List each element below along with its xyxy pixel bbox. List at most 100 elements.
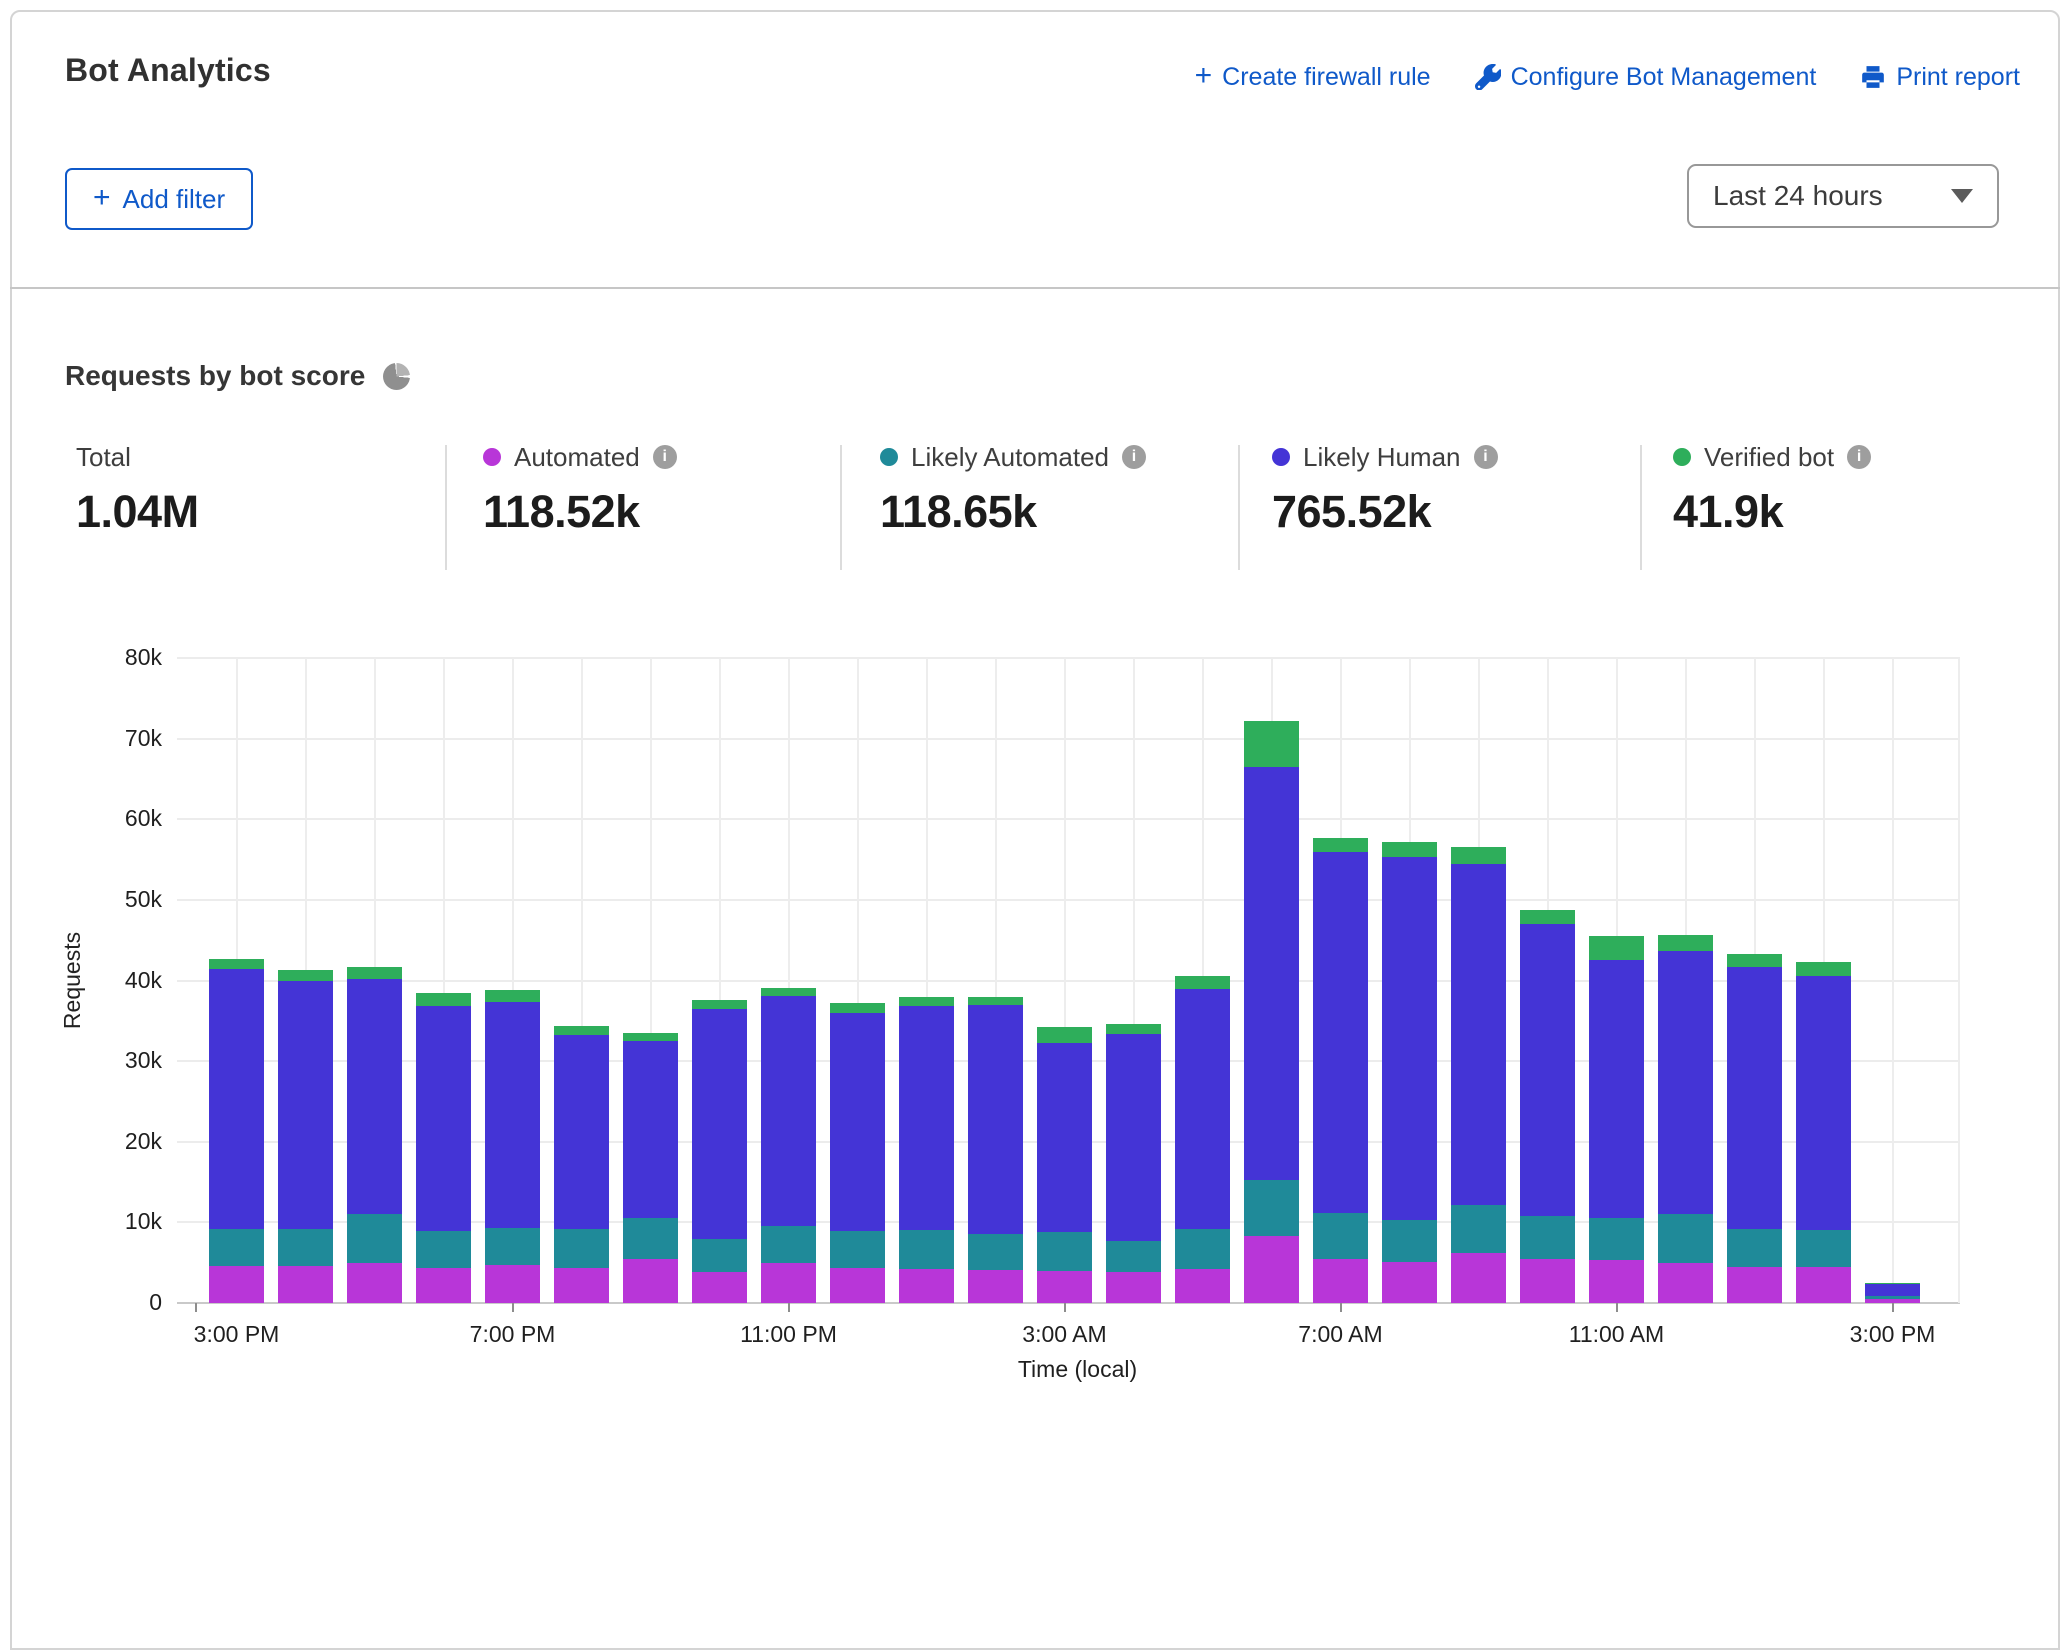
bar-segment-likely-automated xyxy=(1382,1220,1437,1262)
bar-segment-verified-bot xyxy=(485,990,540,1002)
pie-chart-icon xyxy=(383,363,410,390)
stat-automated: Automated i 118.52k xyxy=(483,440,677,538)
bar-segment-likely-automated xyxy=(1175,1229,1230,1269)
v-gridline xyxy=(1958,658,1960,1303)
bar-segment-verified-bot xyxy=(416,993,471,1005)
bar-segment-likely-human xyxy=(1451,864,1506,1206)
bar-segment-likely-human xyxy=(347,979,402,1214)
bar-segment-likely-automated xyxy=(1451,1205,1506,1253)
bar-900pm[interactable] xyxy=(623,1033,678,1303)
info-icon[interactable]: i xyxy=(1474,445,1498,469)
bar-100pm[interactable] xyxy=(1727,954,1782,1303)
plus-icon: + xyxy=(93,183,111,213)
x-axis-tick xyxy=(512,1303,514,1312)
bar-segment-verified-bot xyxy=(1106,1024,1161,1034)
stat-likely-automated: Likely Automated i 118.65k xyxy=(880,440,1146,538)
add-filter-label: Add filter xyxy=(123,184,226,215)
y-axis-title: Requests xyxy=(58,658,88,1303)
bar-segment-verified-bot xyxy=(1037,1027,1092,1042)
configure-bot-management-link[interactable]: Configure Bot Management xyxy=(1475,63,1817,92)
bar-segment-likely-human xyxy=(1520,924,1575,1216)
create-firewall-rule-link[interactable]: + Create firewall rule xyxy=(1195,62,1431,92)
y-tick-label: 20k xyxy=(100,1128,162,1155)
bar-300pm[interactable] xyxy=(1865,1283,1920,1303)
bar-800am[interactable] xyxy=(1382,842,1437,1303)
bar-900am[interactable] xyxy=(1451,847,1506,1303)
bar-700pm[interactable] xyxy=(485,990,540,1303)
section-title: Requests by bot score xyxy=(65,360,365,392)
stat-value: 118.52k xyxy=(483,486,677,538)
bar-1200am[interactable] xyxy=(830,1003,885,1303)
bar-500am[interactable] xyxy=(1175,976,1230,1303)
page-title: Bot Analytics xyxy=(65,52,271,89)
x-tick-label: 7:00 PM xyxy=(433,1321,593,1348)
bar-segment-likely-automated xyxy=(485,1228,540,1265)
header-actions: + Create firewall rule Configure Bot Man… xyxy=(1195,62,2020,92)
y-tick-label: 0 xyxy=(100,1289,162,1316)
info-icon[interactable]: i xyxy=(653,445,677,469)
bar-segment-verified-bot xyxy=(1175,976,1230,988)
bar-segment-likely-human xyxy=(968,1005,1023,1235)
bar-segment-automated xyxy=(1796,1267,1851,1303)
bar-500pm[interactable] xyxy=(347,967,402,1303)
chart-plot-area: 3:00 PM7:00 PM11:00 PM3:00 AM7:00 AM11:0… xyxy=(195,658,1960,1303)
add-filter-button[interactable]: + Add filter xyxy=(65,168,253,230)
y-tick-label: 30k xyxy=(100,1047,162,1074)
bar-segment-automated xyxy=(416,1268,471,1303)
legend-dot-verified-bot xyxy=(1673,448,1691,466)
bar-segment-likely-automated xyxy=(692,1239,747,1272)
bar-800pm[interactable] xyxy=(554,1026,609,1303)
bar-300pm[interactable] xyxy=(209,959,264,1303)
stat-value: 41.9k xyxy=(1673,486,1871,538)
bar-segment-verified-bot xyxy=(209,959,264,969)
bar-segment-likely-human xyxy=(209,969,264,1229)
bar-segment-automated xyxy=(1589,1260,1644,1303)
bar-segment-likely-human xyxy=(899,1006,954,1231)
bar-segment-verified-bot xyxy=(1313,838,1368,852)
bar-segment-likely-automated xyxy=(1520,1216,1575,1259)
bar-segment-likely-automated xyxy=(1658,1214,1713,1262)
bar-segment-likely-human xyxy=(1589,960,1644,1218)
bar-segment-automated xyxy=(1658,1263,1713,1303)
bar-segment-likely-automated xyxy=(899,1230,954,1269)
bar-700am[interactable] xyxy=(1313,838,1368,1303)
bar-segment-automated xyxy=(1106,1272,1161,1303)
legend-dot-likely-automated xyxy=(880,448,898,466)
bar-segment-likely-human xyxy=(692,1009,747,1239)
time-range-select[interactable]: Last 24 hours xyxy=(1687,164,1999,228)
info-icon[interactable]: i xyxy=(1847,445,1871,469)
print-report-link[interactable]: Print report xyxy=(1860,63,2020,92)
bar-segment-automated xyxy=(1313,1259,1368,1303)
bar-200pm[interactable] xyxy=(1796,962,1851,1303)
bar-1000pm[interactable] xyxy=(692,1000,747,1303)
bar-600am[interactable] xyxy=(1244,721,1299,1303)
bar-1200pm[interactable] xyxy=(1658,935,1713,1303)
bar-200am[interactable] xyxy=(968,997,1023,1303)
bar-segment-verified-bot xyxy=(347,967,402,979)
bar-100am[interactable] xyxy=(899,997,954,1303)
bar-1100am[interactable] xyxy=(1589,936,1644,1303)
bar-segment-likely-automated xyxy=(1796,1230,1851,1266)
bar-segment-verified-bot xyxy=(761,988,816,996)
bar-300am[interactable] xyxy=(1037,1027,1092,1303)
legend-dot-automated xyxy=(483,448,501,466)
info-icon[interactable]: i xyxy=(1122,445,1146,469)
stat-label: Automated xyxy=(514,442,640,473)
x-tick-label: 11:00 AM xyxy=(1537,1321,1697,1348)
create-firewall-rule-label: Create firewall rule xyxy=(1222,63,1430,92)
stat-verified-bot: Verified bot i 41.9k xyxy=(1673,440,1871,538)
stat-label: Likely Automated xyxy=(911,442,1109,473)
bar-600pm[interactable] xyxy=(416,993,471,1303)
bar-segment-automated xyxy=(761,1263,816,1303)
bar-400am[interactable] xyxy=(1106,1024,1161,1303)
bot-analytics-page: Bot Analytics + Create firewall rule Con… xyxy=(0,0,2070,1394)
legend-dot-likely-human xyxy=(1272,448,1290,466)
bar-1100pm[interactable] xyxy=(761,988,816,1303)
bar-1000am[interactable] xyxy=(1520,910,1575,1303)
x-tick-label: 7:00 AM xyxy=(1261,1321,1421,1348)
bar-segment-likely-automated xyxy=(278,1229,333,1266)
bar-segment-verified-bot xyxy=(1520,910,1575,925)
bar-segment-verified-bot xyxy=(623,1033,678,1041)
bar-400pm[interactable] xyxy=(278,970,333,1303)
x-axis-tick xyxy=(1616,1303,1618,1312)
